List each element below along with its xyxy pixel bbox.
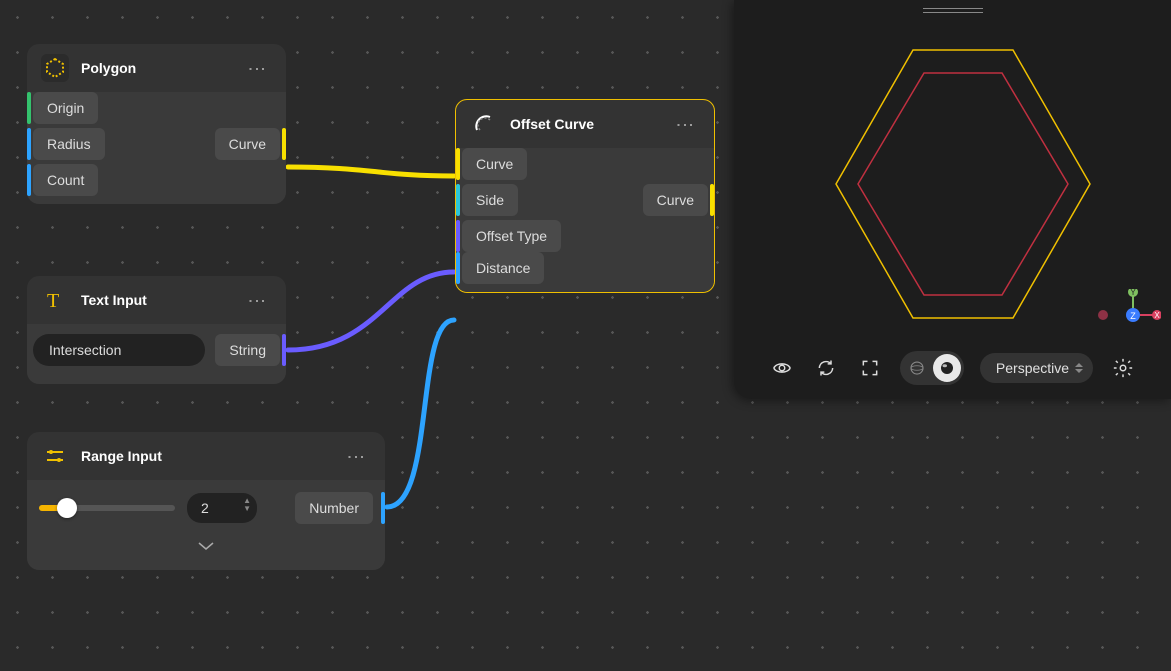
port-curve-out[interactable]: Curve [215, 128, 280, 160]
port-number-out[interactable]: Number [295, 492, 373, 524]
port-tick[interactable] [710, 184, 714, 216]
range-number-field[interactable]: 2 ▲ ▼ [187, 493, 257, 523]
view-mode-dropdown[interactable]: Perspective [980, 353, 1093, 383]
node-offset-curve[interactable]: Offset Curve ⋮ Curve Side Curve Offset T… [455, 99, 715, 293]
node-title: Offset Curve [510, 116, 658, 132]
port-count[interactable]: Count [33, 164, 98, 196]
offset-curve-icon [470, 110, 498, 138]
node-menu-icon[interactable]: ⋮ [341, 446, 371, 467]
axis-z-label: Z [1130, 311, 1136, 321]
port-tick[interactable] [27, 164, 31, 196]
view-mode-label: Perspective [996, 360, 1069, 376]
polygon-icon [41, 54, 69, 82]
preview-toolbar: Perspective [734, 351, 1171, 385]
node-range-input[interactable]: Range Input ⋮ 2 ▲ ▼ Number [27, 432, 385, 570]
text-icon: T [41, 286, 69, 314]
port-tick[interactable] [27, 128, 31, 160]
stepper-down-icon[interactable]: ▼ [243, 505, 251, 513]
inner-hexagon [858, 73, 1068, 295]
shading-toggle[interactable] [900, 351, 964, 385]
refresh-button[interactable] [812, 354, 840, 382]
shading-solid-option[interactable] [933, 354, 961, 382]
node-menu-icon[interactable]: ⋮ [242, 58, 272, 79]
node-header[interactable]: Offset Curve ⋮ [456, 100, 714, 148]
port-tick[interactable] [282, 128, 286, 160]
settings-button[interactable] [1109, 354, 1137, 382]
fullscreen-button[interactable] [856, 354, 884, 382]
port-tick[interactable] [27, 92, 31, 124]
expand-chevron-icon[interactable] [33, 534, 379, 562]
port-tick[interactable] [456, 220, 460, 252]
outer-hexagon [836, 50, 1090, 318]
axis-x-label: X [1154, 311, 1160, 320]
axis-y-label: Y [1130, 289, 1136, 297]
preview-canvas[interactable] [734, 0, 1171, 399]
axis-gizmo[interactable]: Z Y X [1091, 289, 1161, 339]
node-header[interactable]: Range Input ⋮ [27, 432, 385, 480]
port-origin[interactable]: Origin [33, 92, 98, 124]
range-value: 2 [201, 500, 209, 516]
dropdown-caret-icon [1075, 363, 1083, 373]
shading-wire-option[interactable] [903, 354, 931, 382]
node-header[interactable]: T Text Input ⋮ [27, 276, 286, 324]
node-menu-icon[interactable]: ⋮ [242, 290, 272, 311]
slider-thumb[interactable] [57, 498, 77, 518]
port-tick[interactable] [282, 334, 286, 366]
port-side[interactable]: Side [462, 184, 518, 216]
node-header[interactable]: Polygon ⋮ [27, 44, 286, 92]
port-curve-out[interactable]: Curve [643, 184, 708, 216]
port-offset-type[interactable]: Offset Type [462, 220, 561, 252]
node-title: Polygon [81, 60, 230, 76]
node-title: Text Input [81, 292, 230, 308]
node-text-input[interactable]: T Text Input ⋮ Intersection String [27, 276, 286, 384]
port-distance[interactable]: Distance [462, 252, 544, 284]
port-string-out[interactable]: String [215, 334, 280, 366]
node-title: Range Input [81, 448, 329, 464]
svg-text:T: T [47, 290, 59, 312]
preview-panel[interactable]: Z Y X Perspective [734, 0, 1171, 399]
text-input-field[interactable]: Intersection [33, 334, 205, 366]
node-menu-icon[interactable]: ⋮ [670, 114, 700, 135]
range-slider[interactable] [39, 505, 175, 511]
port-radius[interactable]: Radius [33, 128, 105, 160]
port-curve-in[interactable]: Curve [462, 148, 527, 180]
node-polygon[interactable]: Polygon ⋮ Origin Radius Curve Count [27, 44, 286, 204]
port-tick[interactable] [456, 148, 460, 180]
port-tick[interactable] [456, 252, 460, 284]
orbit-button[interactable] [768, 354, 796, 382]
port-tick[interactable] [456, 184, 460, 216]
range-icon [41, 442, 69, 470]
port-tick[interactable] [381, 492, 385, 524]
